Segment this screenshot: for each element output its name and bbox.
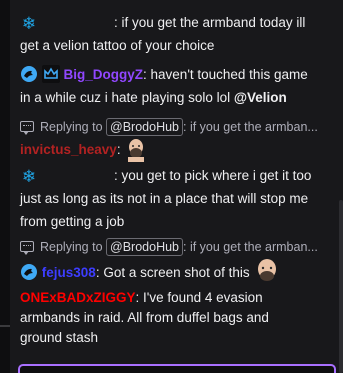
chat-message: ❄ : if you get the armband today ill [20, 12, 306, 35]
reply-icon [20, 241, 34, 255]
reply-label: Replying to [40, 120, 103, 134]
mention[interactable]: @Velion [234, 90, 287, 105]
chat-input[interactable] [18, 364, 336, 373]
chat-message: ❄ : you get to pick where i get it too [20, 165, 311, 188]
reply-mention[interactable]: @BrodoHub [106, 238, 184, 256]
reply-header[interactable]: Replying to @BrodoHub: if you get the ar… [20, 117, 318, 137]
message-text: in a while cuz i hate playing solo lol [20, 90, 234, 105]
message-text: : if you get the armband today ill [114, 15, 306, 30]
message-text: just as long as its not in a place that … [20, 191, 309, 206]
chat-message-continued: get a velion tattoo of your choice [20, 35, 214, 57]
reply-icon [20, 121, 34, 135]
reply-header[interactable]: Replying to @BrodoHub: if you get the ar… [20, 237, 318, 257]
reply-preview: : if you get the armban... [183, 120, 318, 134]
chat-panel: ❄ : if you get the armband today ill get … [0, 0, 343, 373]
chat-scrollbar[interactable] [339, 200, 343, 373]
snowflake-icon: ❄ [21, 14, 37, 33]
divider [0, 325, 10, 327]
snowflake-icon: ❄ [21, 167, 37, 186]
chat-message-continued: just as long as its not in a place that … [20, 188, 308, 210]
message-text: : [116, 142, 121, 157]
chat-message: ONExBADxZIGGY: I've found 4 evasion [20, 287, 263, 309]
chat-username[interactable]: fejus308 [42, 265, 96, 280]
chat-message-continued: ground stash [20, 327, 98, 349]
message-text: armbands in raid. All from duffel bags a… [20, 310, 269, 325]
message-text: get a velion tattoo of your choice [20, 38, 215, 53]
message-text: : Got a screen shot of this [95, 265, 250, 280]
chat-username[interactable]: ONExBADxZIGGY [20, 290, 136, 305]
message-text: : haven't touched this game [143, 67, 308, 82]
chat-username[interactable]: Big_DoggyZ [64, 67, 144, 82]
reply-preview: : if you get the armban... [183, 240, 318, 254]
message-text: ground stash [20, 330, 99, 345]
message-text: from getting a job [20, 214, 125, 229]
chat-message-continued: from getting a job [20, 211, 124, 233]
message-text: : you get to pick where i get it too [114, 168, 312, 183]
message-text: : I've found 4 evasion [135, 290, 263, 305]
chat-message-continued: armbands in raid. All from duffel bags a… [20, 307, 269, 329]
reply-mention[interactable]: @BrodoHub [106, 118, 184, 136]
left-strip [0, 0, 10, 373]
bird-badge-icon[interactable] [20, 263, 38, 288]
chat-username[interactable]: invictus_heavy [20, 142, 117, 157]
chat-message-continued: in a while cuz i hate playing solo lol @… [20, 87, 287, 109]
reply-label: Replying to [40, 240, 103, 254]
